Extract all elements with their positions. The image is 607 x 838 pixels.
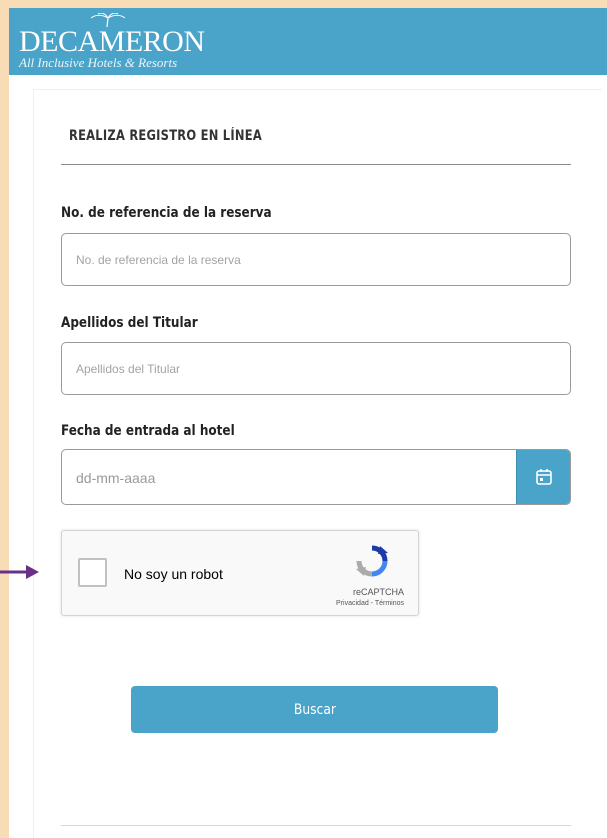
reference-input[interactable] [61,233,571,286]
surname-label: Apellidos del Titular [61,315,198,331]
calendar-button[interactable] [516,450,570,504]
recaptcha-privacy-terms-link[interactable]: Privacidad - Términos [294,600,404,607]
logo-tagline: All Inclusive Hotels & Resorts [19,55,178,70]
recaptcha-brand: reCAPTCHA [352,587,404,597]
recaptcha-label: No soy un robot [124,566,223,582]
decameron-logo[interactable]: DECAMERON All Inclusive Hotels & Resorts [19,13,205,70]
pointer-arrow-icon [0,565,39,579]
section-title: REALIZA REGISTRO EN LÍNEA [69,128,262,144]
checkin-date-label: Fecha de entrada al hotel [61,423,235,439]
title-divider [61,164,571,165]
recaptcha-logo-icon [356,545,388,577]
search-button-label: Buscar [293,701,336,718]
checkin-date-value[interactable]: dd-mm-aaaa [76,470,155,486]
logo-wordmark: DECAMERON [19,25,205,58]
palm-tree-icon [90,13,126,27]
surname-input[interactable] [61,342,571,395]
reference-label: No. de referencia de la reserva [61,205,272,221]
registration-card: REALIZA REGISTRO EN LÍNEA No. de referen… [33,89,602,838]
site-header: DECAMERON All Inclusive Hotels & Resorts [9,8,607,75]
bottom-divider [61,825,571,826]
recaptcha-widget: No soy un robot reCAPTCHA Privacidad - T… [61,530,419,616]
calendar-icon [536,469,552,485]
recaptcha-checkbox[interactable] [78,558,107,587]
search-button[interactable]: Buscar [131,686,498,733]
checkin-date-field[interactable]: dd-mm-aaaa [61,449,571,505]
